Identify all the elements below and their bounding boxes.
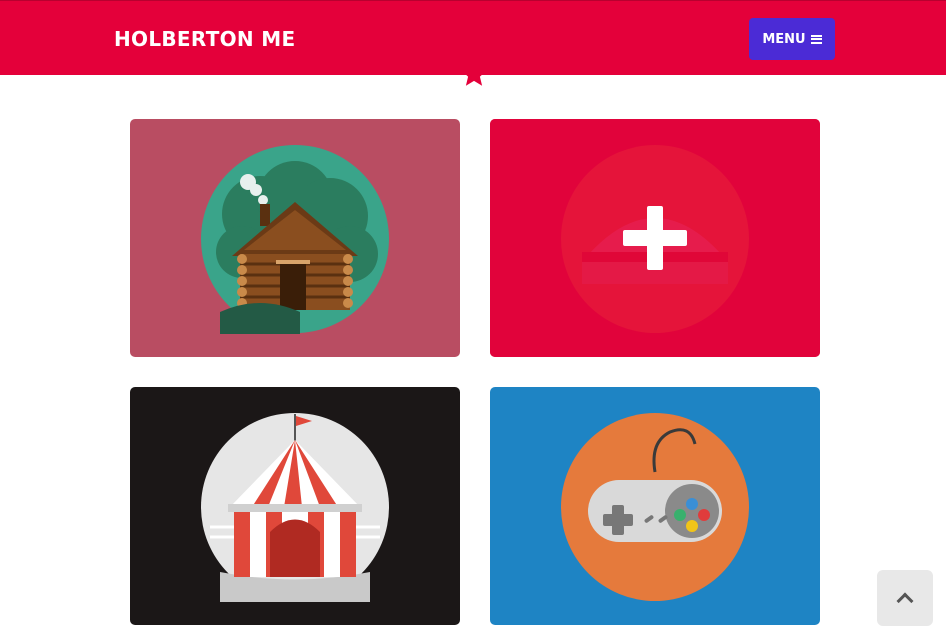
portfolio-item-cabin[interactable] bbox=[130, 119, 460, 357]
brand-logo[interactable]: HOLBERTON ME bbox=[114, 27, 295, 51]
game-controller-icon bbox=[561, 413, 749, 601]
circus-tent-icon bbox=[201, 413, 389, 602]
portfolio-item-game[interactable] bbox=[490, 387, 820, 625]
cabin-icon bbox=[201, 145, 389, 334]
scroll-to-top-button[interactable] bbox=[877, 570, 933, 626]
portfolio-item-circus[interactable] bbox=[130, 387, 460, 625]
plus-icon bbox=[623, 206, 687, 270]
portfolio-item-cake[interactable] bbox=[490, 119, 820, 357]
bars-icon bbox=[810, 34, 822, 44]
star-icon bbox=[461, 61, 487, 86]
menu-button[interactable]: MENU bbox=[749, 18, 835, 60]
chevron-up-icon bbox=[896, 592, 914, 609]
menu-label: MENU bbox=[762, 31, 806, 47]
